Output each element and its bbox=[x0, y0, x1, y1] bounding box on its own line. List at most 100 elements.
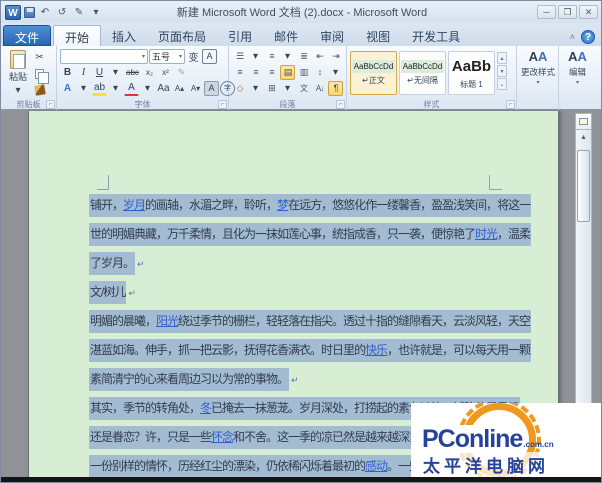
style-card-标题 1[interactable]: AaBb标题 1 bbox=[448, 51, 495, 95]
character-shading-icon[interactable]: A bbox=[204, 81, 219, 96]
scrollbar-thumb[interactable] bbox=[577, 150, 590, 222]
underline-icon[interactable]: U bbox=[92, 65, 107, 80]
numbering-dropdown[interactable]: ▾ bbox=[280, 49, 295, 64]
bullets-dropdown[interactable]: ▾ bbox=[248, 49, 263, 64]
character-border-icon[interactable]: A bbox=[202, 49, 217, 64]
document-line[interactable]: 文/树儿↵ bbox=[89, 283, 503, 312]
tab-开始[interactable]: 开始 bbox=[53, 25, 101, 46]
tab-文件[interactable]: 文件 bbox=[3, 25, 51, 46]
cut-icon[interactable]: ✂ bbox=[32, 50, 47, 65]
font-dialog-launcher[interactable]: ⌐ bbox=[218, 100, 227, 109]
tab-引用[interactable]: 引用 bbox=[217, 25, 263, 46]
align-center-icon[interactable]: ≡ bbox=[248, 65, 263, 80]
hyperlink-怀念[interactable]: 怀念 bbox=[211, 430, 233, 444]
superscript-icon[interactable]: x² bbox=[158, 65, 173, 80]
align-left-icon[interactable]: ≡ bbox=[232, 65, 247, 80]
styles-dialog-launcher[interactable]: ⌐ bbox=[506, 100, 515, 109]
borders-dropdown[interactable]: ▾ bbox=[280, 81, 295, 96]
window-controls: ─ ❐ ✕ bbox=[537, 5, 602, 19]
highlight-dropdown[interactable]: ▾ bbox=[108, 81, 123, 96]
grow-font-icon[interactable]: A▴ bbox=[172, 81, 187, 96]
tab-审阅[interactable]: 审阅 bbox=[309, 25, 355, 46]
paste-button[interactable]: 粘贴 ▾ bbox=[4, 48, 32, 98]
save-icon[interactable] bbox=[24, 7, 35, 18]
shading-icon[interactable]: ◇ bbox=[232, 81, 247, 96]
ruler-icon bbox=[579, 118, 588, 125]
text-effects-dropdown[interactable]: ▾ bbox=[76, 81, 91, 96]
hyperlink-时光[interactable]: 时光 bbox=[475, 227, 497, 241]
tab-页面布局[interactable]: 页面布局 bbox=[147, 25, 217, 46]
hyperlink-感动[interactable]: 感动 bbox=[365, 459, 387, 473]
decrease-indent-icon[interactable]: ⇤ bbox=[312, 49, 327, 64]
close-button[interactable]: ✕ bbox=[579, 5, 598, 19]
subscript-icon[interactable]: x₂ bbox=[142, 65, 157, 80]
bullets-icon[interactable]: ☰ bbox=[232, 49, 247, 64]
shading-dropdown[interactable]: ▾ bbox=[248, 81, 263, 96]
text-effects-icon[interactable]: A bbox=[60, 81, 75, 96]
show-hide-marks-icon[interactable]: ¶ bbox=[328, 81, 343, 96]
shrink-font-icon[interactable]: A▾ bbox=[188, 81, 203, 96]
draw-icon[interactable]: ✎ bbox=[72, 7, 86, 18]
tab-开发工具[interactable]: 开发工具 bbox=[401, 25, 471, 46]
gallery-down-icon[interactable]: ▾ bbox=[497, 65, 507, 77]
gallery-up-icon[interactable]: ▴ bbox=[497, 52, 507, 64]
text-effect-stamp-icon[interactable]: ✎ bbox=[174, 65, 189, 80]
line-spacing-dropdown[interactable]: ▾ bbox=[328, 65, 343, 80]
document-line[interactable]: 湛蓝如海。伸手，抓一把云影，抚得花香满衣。时日里的快乐，也许就是，可以每天用一颗 bbox=[89, 341, 503, 370]
collapse-ribbon-icon[interactable]: ˄ bbox=[570, 32, 575, 42]
editing-button[interactable]: AA 编辑 ▾ bbox=[559, 46, 595, 110]
change-styles-button[interactable]: AA 更改样式 ▾ bbox=[517, 46, 559, 110]
align-right-icon[interactable]: ≡ bbox=[264, 65, 279, 80]
asian-layout-icon[interactable]: 文 bbox=[296, 81, 311, 96]
sort-icon[interactable]: A↓ bbox=[312, 81, 327, 96]
style-card-正文[interactable]: AaBbCcDd↵正文 bbox=[350, 51, 397, 95]
document-line[interactable]: 了岁月。↵ bbox=[89, 254, 503, 283]
document-line[interactable]: 铺开，岁月的画轴，水湄之畔，聆听，梦在远方，悠悠化作一缕馨香，盈盈浅笑间，将这一 bbox=[89, 196, 503, 225]
font-color-icon[interactable]: A bbox=[124, 81, 139, 96]
clipboard-dialog-launcher[interactable]: ⌐ bbox=[46, 100, 55, 109]
multilevel-list-icon[interactable]: ≣ bbox=[296, 49, 311, 64]
undo-icon[interactable]: ↶ bbox=[38, 7, 52, 18]
highlight-color-icon[interactable]: ab bbox=[92, 81, 107, 96]
change-case-icon[interactable]: Aa bbox=[156, 81, 171, 96]
hyperlink-梦[interactable]: 梦 bbox=[277, 198, 288, 212]
document-line[interactable]: 明媚的晨曦，阳光绕过季节的栅栏，轻轻落在指尖。透过十指的缝隙看天，云淡风轻，天空 bbox=[89, 312, 503, 341]
minimize-button[interactable]: ─ bbox=[537, 5, 556, 19]
increase-indent-icon[interactable]: ⇥ bbox=[328, 49, 343, 64]
tab-视图[interactable]: 视图 bbox=[355, 25, 401, 46]
underline-dropdown[interactable]: ▾ bbox=[108, 65, 123, 80]
paste-dropdown[interactable]: ▾ bbox=[11, 83, 26, 98]
tab-插入[interactable]: 插入 bbox=[101, 25, 147, 46]
hyperlink-阳光[interactable]: 阳光 bbox=[156, 314, 178, 328]
phonetic-guide-icon[interactable]: 变 bbox=[186, 49, 201, 64]
distribute-icon[interactable]: ▥ bbox=[296, 65, 311, 80]
style-card-无间隔[interactable]: AaBbCcDd↵无间隔 bbox=[399, 51, 446, 95]
hyperlink-岁月[interactable]: 岁月 bbox=[123, 198, 145, 212]
word-logo-icon[interactable]: W bbox=[5, 5, 21, 20]
format-painter-icon[interactable] bbox=[32, 82, 47, 97]
font-name-combo[interactable]: ▾ bbox=[60, 49, 148, 64]
help-icon[interactable]: ? bbox=[581, 30, 595, 44]
document-line[interactable]: 素简清宁的心来看周边习以为常的事物。↵ bbox=[89, 370, 503, 399]
tab-邮件[interactable]: 邮件 bbox=[263, 25, 309, 46]
numbering-icon[interactable]: ≡ bbox=[264, 49, 279, 64]
font-size-combo[interactable]: 五号▾ bbox=[149, 49, 185, 64]
restore-button[interactable]: ❐ bbox=[558, 5, 577, 19]
borders-icon[interactable]: ⊞ bbox=[264, 81, 279, 96]
bold-icon[interactable]: B bbox=[60, 65, 75, 80]
hyperlink-冬[interactable]: 冬 bbox=[200, 401, 211, 415]
font-color-dropdown[interactable]: ▾ bbox=[140, 81, 155, 96]
gallery-more-icon[interactable]: ⌄ bbox=[497, 78, 507, 90]
line-spacing-icon[interactable]: ↕ bbox=[312, 65, 327, 80]
ruler-toggle-button[interactable] bbox=[576, 114, 591, 130]
scroll-up-icon[interactable]: ▲ bbox=[576, 130, 591, 145]
italic-icon[interactable]: I bbox=[76, 65, 91, 80]
hyperlink-快乐[interactable]: 快乐 bbox=[365, 343, 387, 357]
strikethrough-icon[interactable]: abc bbox=[124, 65, 141, 80]
redo-icon[interactable]: ↺ bbox=[55, 7, 69, 18]
copy-icon[interactable] bbox=[32, 66, 47, 81]
justify-icon[interactable]: ▤ bbox=[280, 65, 295, 80]
paragraph-dialog-launcher[interactable]: ⌐ bbox=[336, 100, 345, 109]
qat-customize-icon[interactable]: ▾ bbox=[89, 7, 103, 18]
document-line[interactable]: 世的明媚典藏，万千柔情，且化为一抹如莲心事，统指成香，只一袭，便惊艳了时光，温柔 bbox=[89, 225, 503, 254]
